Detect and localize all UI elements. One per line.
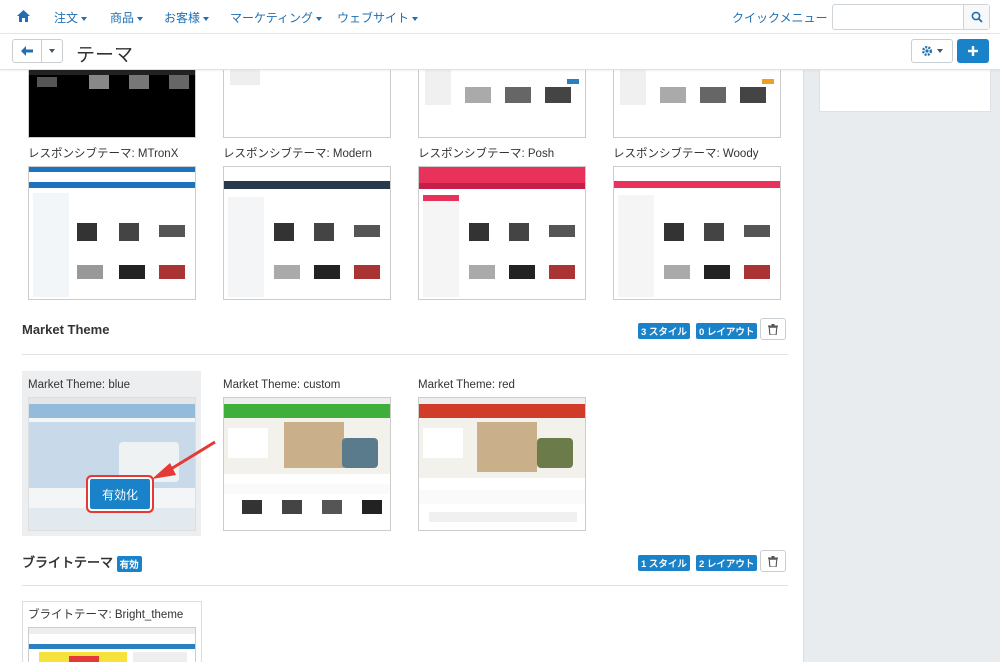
theme-label-wrapper: Market Theme: blue xyxy=(28,377,208,393)
nav-website[interactable]: ウェブサイト xyxy=(337,9,419,26)
section-title-market: Market Theme xyxy=(22,322,110,337)
theme-card-woody[interactable]: レスポンシブテーマ: Woody xyxy=(613,146,793,162)
theme-label: レスポンシブテーマ: MTronX xyxy=(28,148,179,160)
page-title: テーマ xyxy=(76,45,134,66)
theme-card-posh[interactable]: レスポンシブテーマ: Posh xyxy=(418,146,598,162)
search-button[interactable] xyxy=(963,5,989,29)
chevron-down-icon xyxy=(49,49,55,53)
theme-label: レスポンシブテーマ: Woody xyxy=(613,148,759,160)
theme-label: Market Theme: custom xyxy=(223,379,341,391)
theme-label: ブライトテーマ: Bright_theme xyxy=(28,609,184,621)
theme-thumbnail-bright[interactable] xyxy=(28,627,196,662)
top-navbar: 注文 商品 お客様 マーケティング ウェブサイト クイックメニュー xyxy=(0,0,1000,34)
home-icon[interactable] xyxy=(17,10,30,22)
chevron-down-icon xyxy=(137,16,144,21)
theme-thumbnail-modern[interactable] xyxy=(223,166,391,300)
nav-orders[interactable]: 注文 xyxy=(54,9,88,26)
theme-card-market-red[interactable]: Market Theme: red xyxy=(418,377,598,393)
gear-icon xyxy=(922,46,932,56)
nav-marketing[interactable]: マーケティング xyxy=(230,9,323,26)
search-icon xyxy=(971,11,983,23)
right-sidebar xyxy=(803,34,1000,662)
delete-bright-button[interactable] xyxy=(760,550,786,572)
chevron-down-icon xyxy=(203,16,210,21)
page-toolbar: テーマ xyxy=(0,34,1000,70)
theme-thumbnail-mtronx[interactable] xyxy=(28,166,196,300)
trash-icon xyxy=(768,323,778,335)
chevron-down-icon xyxy=(937,49,943,53)
divider xyxy=(22,354,788,355)
plus-icon xyxy=(968,46,978,56)
themes-content: レスポンシブテーマ: MTronX レスポンシブテーマ: Modern レスポン… xyxy=(0,34,803,662)
active-badge: 有効 xyxy=(116,555,142,572)
section-title-text: ブライトテーマ xyxy=(22,555,114,570)
back-button[interactable] xyxy=(12,39,42,63)
chevron-down-icon xyxy=(81,16,88,21)
theme-card-modern[interactable]: レスポンシブテーマ: Modern xyxy=(223,146,403,162)
theme-label: レスポンシブテーマ: Modern xyxy=(223,148,372,160)
settings-dropdown-button[interactable] xyxy=(911,39,953,63)
trash-icon xyxy=(768,555,778,567)
theme-thumbnail-market-red[interactable] xyxy=(418,397,586,531)
styles-count-badge[interactable]: 3 スタイル xyxy=(638,322,690,339)
theme-label: レスポンシブテーマ: Posh xyxy=(418,148,555,160)
layouts-count-badge[interactable]: 2 レイアウト xyxy=(695,554,758,571)
section-title-bright: ブライトテーマ 有効 xyxy=(22,552,142,572)
theme-card-mtronx[interactable]: レスポンシブテーマ: MTronX xyxy=(28,146,208,162)
arrow-left-icon xyxy=(21,46,33,56)
theme-card-market-custom[interactable]: Market Theme: custom xyxy=(223,377,403,393)
theme-label-wrapper: ブライトテーマ: Bright_theme xyxy=(28,607,208,623)
back-dropdown-button[interactable] xyxy=(41,39,63,63)
search-input[interactable] xyxy=(833,5,964,29)
delete-market-button[interactable] xyxy=(760,318,786,340)
bright-badges: 1 スタイル 2 レイアウト xyxy=(638,554,763,572)
search-box xyxy=(832,4,990,30)
layouts-count-badge[interactable]: 0 レイアウト xyxy=(695,322,758,339)
activate-button[interactable]: 有効化 xyxy=(90,479,150,509)
theme-label: Market Theme: red xyxy=(418,379,515,391)
nav-products[interactable]: 商品 xyxy=(110,9,144,26)
nav-customers[interactable]: お客様 xyxy=(164,9,210,26)
theme-thumbnail-market-custom[interactable] xyxy=(223,397,391,531)
styles-count-badge[interactable]: 1 スタイル xyxy=(638,554,690,571)
theme-thumbnail-posh[interactable] xyxy=(418,166,586,300)
chevron-down-icon xyxy=(412,16,419,21)
market-badges: 3 スタイル 0 レイアウト xyxy=(638,322,763,340)
sidebar-card xyxy=(819,70,991,112)
theme-label: Market Theme: blue xyxy=(28,379,131,391)
divider xyxy=(22,585,788,586)
theme-thumbnail-woody[interactable] xyxy=(613,166,781,300)
add-theme-button[interactable] xyxy=(957,39,989,63)
quick-menu-link[interactable]: クイックメニュー xyxy=(732,9,828,26)
chevron-down-icon xyxy=(316,16,323,21)
theme-thumbnail-market-blue[interactable] xyxy=(28,397,196,531)
